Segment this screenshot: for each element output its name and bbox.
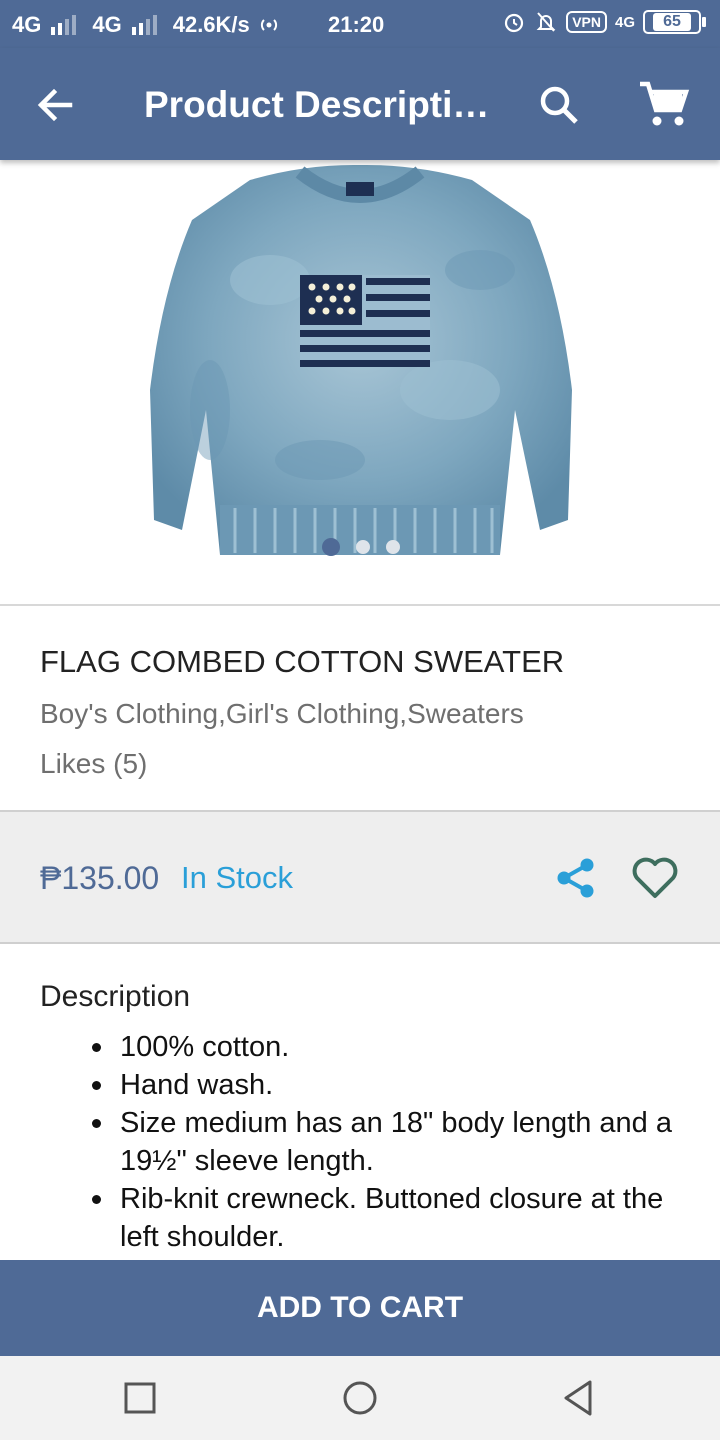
page-dot[interactable] <box>322 538 340 556</box>
back-arrow-icon[interactable] <box>30 80 80 130</box>
stock-status: In Stock <box>181 860 293 895</box>
signal-icon <box>131 15 157 35</box>
signal-icon <box>51 15 77 35</box>
share-icon[interactable] <box>554 856 598 900</box>
vpn-badge: VPN <box>566 11 607 33</box>
product-info: FLAG COMBED COTTON SWEATER Boy's Clothin… <box>0 606 720 812</box>
recents-square-icon[interactable] <box>120 1378 160 1418</box>
status-bar: 4G 4G 42.6K/s 21:20 VPN 4G 65 <box>0 0 720 48</box>
system-nav-bar <box>0 1356 720 1440</box>
description-item: Size medium has an 18" body length and a… <box>92 1104 680 1180</box>
network-label: 4G <box>614 13 635 31</box>
battery-level: 65 <box>653 13 691 31</box>
mute-notification-icon <box>536 12 556 32</box>
likes-count: Likes (5) <box>40 748 148 779</box>
page-dot[interactable] <box>386 540 400 554</box>
back-triangle-icon[interactable] <box>558 1378 598 1418</box>
product-image <box>150 164 572 556</box>
description-list: 100% cotton. Hand wash. Size medium has … <box>92 1028 680 1256</box>
description-item: Rib-knit crewneck. Buttoned closure at t… <box>92 1180 680 1256</box>
price-bar: ₱135.00 In Stock <box>0 812 720 944</box>
battery-icon: 65 <box>643 10 706 34</box>
favorite-heart-icon[interactable] <box>630 854 680 900</box>
network-label: 4G <box>92 12 122 37</box>
alarm-icon <box>505 13 524 33</box>
product-name: FLAG COMBED COTTON SWEATER <box>40 644 565 679</box>
app-bar: Product Description <box>0 48 720 160</box>
product-categories: Boy's Clothing,Girl's Clothing,Sweaters <box>40 698 524 729</box>
description-heading: Description <box>40 980 191 1013</box>
page-title: Product Description <box>144 84 494 125</box>
gallery-page-indicator[interactable] <box>322 538 400 556</box>
clock: 21:20 <box>328 12 385 37</box>
status-right: VPN 4G 65 <box>502 10 706 34</box>
network-label: 4G <box>12 12 42 37</box>
product-price: ₱135.00 <box>40 860 160 896</box>
description-section: Description 100% cotton. Hand wash. Size… <box>0 944 720 1260</box>
add-to-cart-button[interactable]: ADD TO CART <box>0 1260 720 1356</box>
cart-icon[interactable] <box>636 78 690 132</box>
page-dot[interactable] <box>356 540 370 554</box>
description-item: Hand wash. <box>92 1066 680 1104</box>
hotspot-icon <box>260 19 277 31</box>
product-gallery[interactable] <box>0 160 720 606</box>
network-speed: 42.6K/s <box>172 12 250 37</box>
search-icon[interactable] <box>534 80 584 130</box>
description-item: 100% cotton. <box>92 1028 680 1066</box>
home-circle-icon[interactable] <box>340 1378 380 1418</box>
status-left: 4G 4G 42.6K/s <box>12 12 280 38</box>
